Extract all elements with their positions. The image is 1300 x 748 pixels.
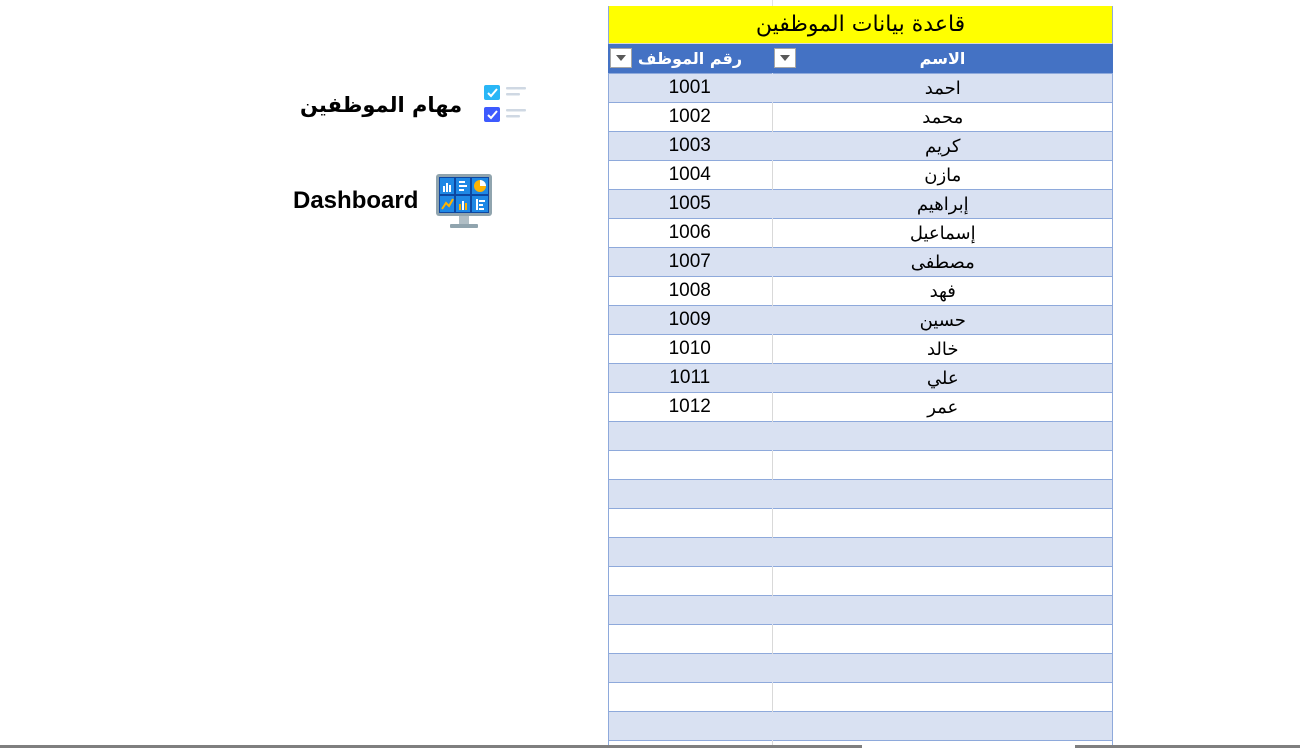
employee-name-cell[interactable]	[772, 479, 1113, 509]
employee-name-cell[interactable]: حسين	[772, 305, 1113, 335]
employee-id-cell[interactable]: 1008	[608, 276, 773, 306]
employee-id-cell[interactable]	[608, 711, 773, 741]
table-row[interactable]	[608, 450, 1113, 480]
employee-id-cell[interactable]: 1012	[608, 392, 773, 422]
employee-table: قاعدة بيانات الموظفين رقم الموظف الاسم 1…	[608, 6, 1113, 748]
employee-id-cell[interactable]: 1001	[608, 73, 773, 103]
employee-id-cell[interactable]: 1006	[608, 218, 773, 248]
employee-id-cell[interactable]: 1002	[608, 102, 773, 132]
filter-dropdown-id[interactable]	[610, 48, 632, 68]
employee-id-cell[interactable]	[608, 595, 773, 625]
table-row[interactable]: 1006 إسماعيل	[608, 218, 1113, 248]
chevron-down-icon	[780, 55, 790, 61]
table-title[interactable]: قاعدة بيانات الموظفين	[608, 6, 1113, 44]
header-employee-id[interactable]: رقم الموظف	[608, 44, 772, 74]
table-row[interactable]: 1003 كريم	[608, 131, 1113, 161]
table-row[interactable]	[608, 537, 1113, 567]
employee-name-cell[interactable]	[772, 595, 1113, 625]
employee-id-cell[interactable]	[608, 537, 773, 567]
employee-name-cell[interactable]	[772, 450, 1113, 480]
employee-id-cell[interactable]: 1005	[608, 189, 773, 219]
table-row[interactable]	[608, 566, 1113, 596]
employee-name-cell[interactable]	[772, 653, 1113, 683]
header-name-label: الاسم	[919, 49, 966, 68]
employee-id-cell[interactable]: 1010	[608, 334, 773, 364]
employee-name-cell[interactable]: خالد	[772, 334, 1113, 364]
table-row[interactable]	[608, 624, 1113, 654]
employee-name-cell[interactable]: فهد	[772, 276, 1113, 306]
table-row[interactable]	[608, 479, 1113, 509]
dashboard-monitor-icon[interactable]	[434, 172, 494, 230]
employee-id-cell[interactable]: 1003	[608, 131, 773, 161]
employee-name-cell[interactable]: مازن	[772, 160, 1113, 190]
employee-id-cell[interactable]	[608, 624, 773, 654]
table-row[interactable]	[608, 421, 1113, 451]
employee-id-cell[interactable]: 1011	[608, 363, 773, 393]
employee-name-cell[interactable]	[772, 682, 1113, 712]
header-employee-id-label: رقم الموظف	[637, 49, 743, 68]
spreadsheet-canvas: مهام الموظفين Dashboard قاعدة بيانات الم…	[0, 0, 1300, 748]
employee-name-cell[interactable]	[772, 711, 1113, 741]
table-row[interactable]: 1011 علي	[608, 363, 1113, 393]
table-row[interactable]: 1007 مصطفى	[608, 247, 1113, 277]
employee-name-cell[interactable]	[772, 508, 1113, 538]
employee-id-cell[interactable]: 1009	[608, 305, 773, 335]
employee-name-cell[interactable]	[772, 537, 1113, 567]
employee-id-cell[interactable]	[608, 566, 773, 596]
employee-name-cell[interactable]: إبراهيم	[772, 189, 1113, 219]
table-row[interactable]: 1002 محمد	[608, 102, 1113, 132]
employee-name-cell[interactable]: كريم	[772, 131, 1113, 161]
dashboard-shortcut[interactable]: Dashboard	[293, 172, 494, 230]
task-checklist-icon[interactable]	[482, 83, 530, 127]
employee-name-cell[interactable]: إسماعيل	[772, 218, 1113, 248]
chevron-down-icon	[616, 55, 626, 61]
table-row[interactable]	[608, 653, 1113, 683]
employee-name-cell[interactable]	[772, 624, 1113, 654]
employee-tasks-label[interactable]: مهام الموظفين	[300, 93, 462, 117]
table-row[interactable]	[608, 682, 1113, 712]
employee-data-table: رقم الموظف الاسم 1001 احمد 1002 محمد 1003 كري…	[608, 44, 1113, 748]
employee-name-cell[interactable]: احمد	[772, 73, 1113, 103]
table-row[interactable]: 1009 حسين	[608, 305, 1113, 335]
table-row[interactable]: 1012 عمر	[608, 392, 1113, 422]
employee-id-cell[interactable]: 1004	[608, 160, 773, 190]
employee-id-cell[interactable]: 1007	[608, 247, 773, 277]
table-row[interactable]: 1004 مازن	[608, 160, 1113, 190]
table-row[interactable]: 1001 احمد	[608, 73, 1113, 103]
table-row[interactable]	[608, 595, 1113, 625]
table-row[interactable]: 1008 فهد	[608, 276, 1113, 306]
header-row: رقم الموظف الاسم	[608, 44, 1113, 74]
filter-dropdown-name[interactable]	[774, 48, 796, 68]
employee-name-cell[interactable]: عمر	[772, 392, 1113, 422]
table-row[interactable]	[608, 711, 1113, 741]
employee-name-cell[interactable]: مصطفى	[772, 247, 1113, 277]
employee-id-cell[interactable]	[608, 479, 773, 509]
header-name[interactable]: الاسم	[772, 44, 1113, 74]
employee-id-cell[interactable]	[608, 682, 773, 712]
employee-name-cell[interactable]: علي	[772, 363, 1113, 393]
employee-tasks-shortcut[interactable]: مهام الموظفين	[300, 83, 530, 127]
table-row[interactable]	[608, 508, 1113, 538]
employee-name-cell[interactable]	[772, 566, 1113, 596]
table-row[interactable]: 1005 إبراهيم	[608, 189, 1113, 219]
employee-id-cell[interactable]	[608, 421, 773, 451]
employee-id-cell[interactable]	[608, 508, 773, 538]
employee-name-cell[interactable]: محمد	[772, 102, 1113, 132]
employee-id-cell[interactable]	[608, 450, 773, 480]
employee-id-cell[interactable]	[608, 653, 773, 683]
employee-name-cell[interactable]	[772, 421, 1113, 451]
table-row[interactable]: 1010 خالد	[608, 334, 1113, 364]
dashboard-label[interactable]: Dashboard	[293, 187, 418, 215]
